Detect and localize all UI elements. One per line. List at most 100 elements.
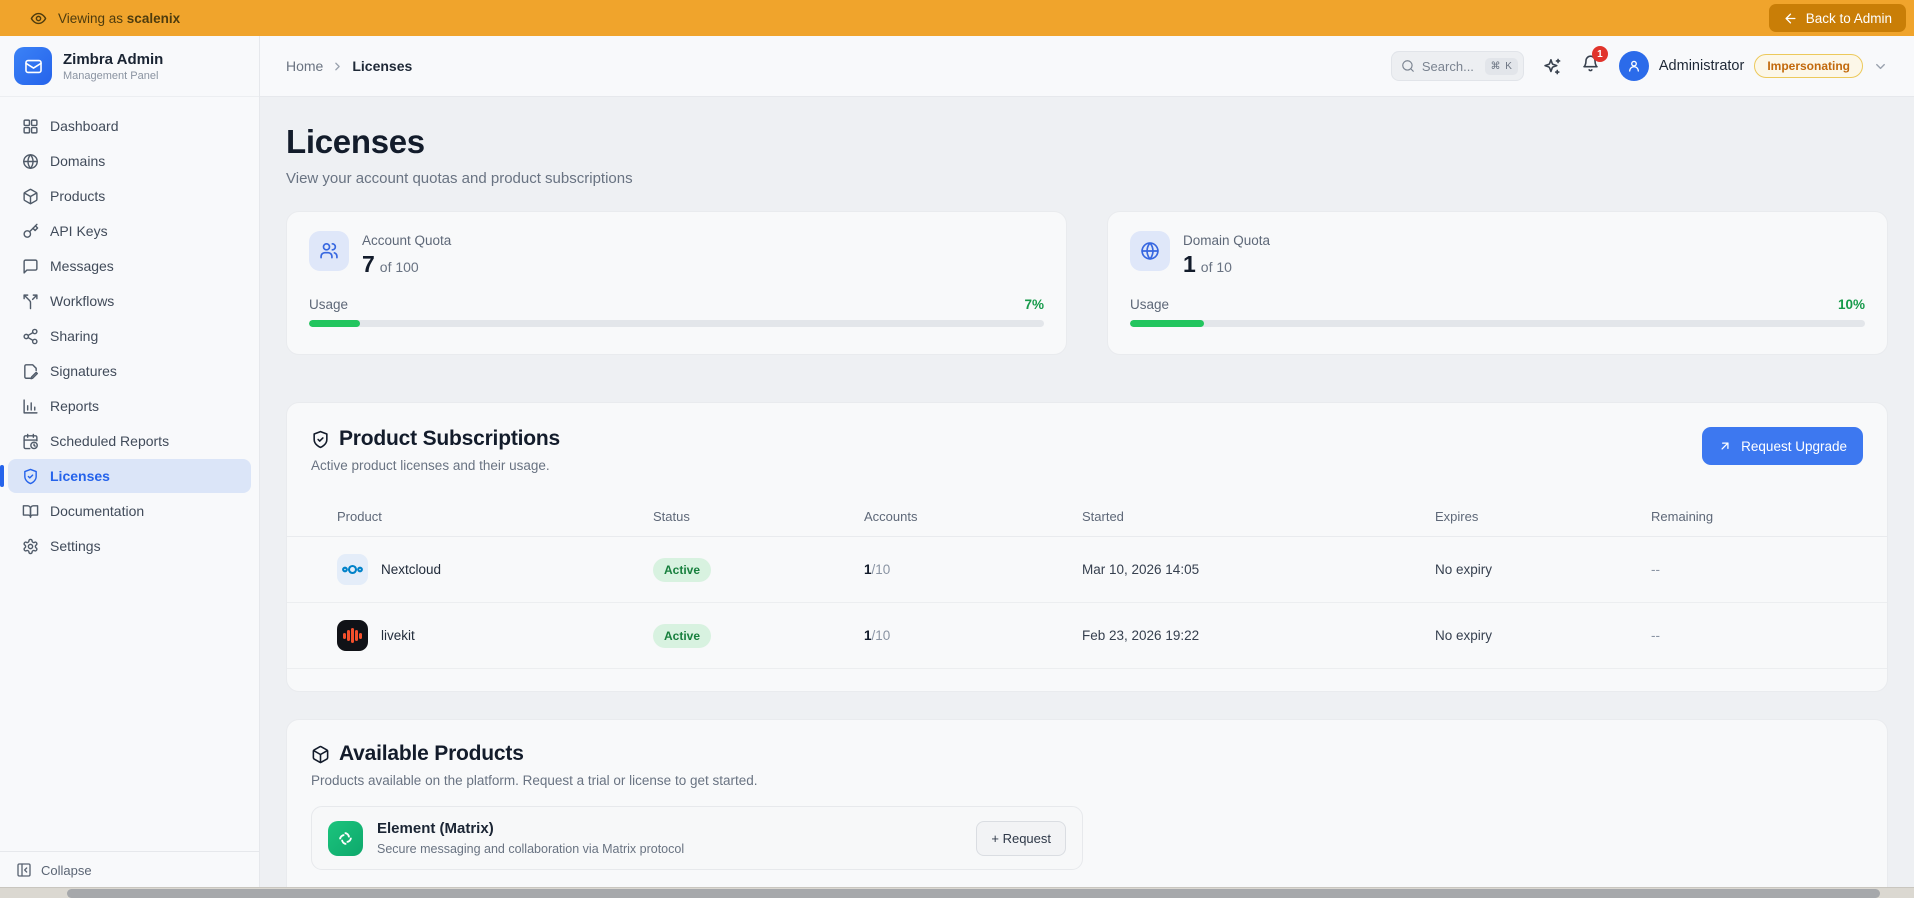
message-square-icon xyxy=(22,258,39,275)
progress-track xyxy=(309,320,1044,327)
arrow-left-icon xyxy=(1783,11,1798,26)
bar-chart-icon xyxy=(22,398,39,415)
sidebar-item-label: Licenses xyxy=(50,468,110,484)
expires-cell: No expiry xyxy=(1435,562,1651,577)
search-input[interactable]: Search... ⌘ K xyxy=(1391,51,1524,81)
progress-track xyxy=(1130,320,1865,327)
section-subtitle: Products available on the platform. Requ… xyxy=(311,773,1863,788)
col-remaining: Remaining xyxy=(1651,509,1861,524)
eye-icon xyxy=(30,10,47,27)
quota-value: 7of 100 xyxy=(362,251,451,278)
file-pen-icon xyxy=(22,363,39,380)
product-subscriptions-panel: Product Subscriptions Active product lic… xyxy=(286,402,1888,692)
usage-label: Usage xyxy=(1130,297,1169,312)
sidebar-item-label: Workflows xyxy=(50,293,114,309)
table-row[interactable]: Nextcloud Active 1/10 Mar 10, 2026 14:05… xyxy=(287,537,1887,603)
available-products-panel: Available Products Products available on… xyxy=(286,719,1888,898)
sidebar-item-api-keys[interactable]: API Keys xyxy=(8,214,251,248)
topbar: Home Licenses Search... ⌘ K 1 xyxy=(260,36,1914,97)
element-logo-icon xyxy=(328,821,363,856)
product-name: Element (Matrix) xyxy=(377,820,684,837)
usage-percent: 10% xyxy=(1838,297,1865,312)
subscriptions-table: Product Status Accounts Started Expires … xyxy=(287,497,1887,691)
globe-icon xyxy=(22,153,39,170)
search-shortcut-kbd: ⌘ K xyxy=(1485,58,1517,75)
quota-label: Domain Quota xyxy=(1183,231,1270,248)
impersonating-badge: Impersonating xyxy=(1754,54,1863,78)
sidebar-item-dashboard[interactable]: Dashboard xyxy=(8,109,251,143)
user-name: Administrator xyxy=(1659,58,1744,74)
sidebar-item-label: Products xyxy=(50,188,105,204)
progress-fill xyxy=(309,320,360,327)
page-subtitle: View your account quotas and product sub… xyxy=(286,170,1888,187)
account-quota-card: Account Quota 7of 100 Usage 7% xyxy=(286,211,1067,355)
horizontal-scrollbar xyxy=(0,887,1914,898)
sidebar-item-documentation[interactable]: Documentation xyxy=(8,494,251,528)
sidebar-item-label: Reports xyxy=(50,398,99,414)
search-icon xyxy=(1401,59,1415,73)
request-product-button[interactable]: + Request xyxy=(976,821,1066,856)
content-area: Licenses View your account quotas and pr… xyxy=(260,97,1914,898)
sidebar-item-label: Scheduled Reports xyxy=(50,433,169,449)
product-description: Secure messaging and collaboration via M… xyxy=(377,842,684,856)
back-to-admin-button[interactable]: Back to Admin xyxy=(1769,4,1906,32)
shield-check-icon xyxy=(311,430,330,449)
sidebar: Zimbra Admin Management Panel Dashboard … xyxy=(0,36,260,898)
horizontal-scrollbar-thumb[interactable] xyxy=(67,889,1880,898)
sidebar-item-products[interactable]: Products xyxy=(8,179,251,213)
expires-cell: No expiry xyxy=(1435,628,1651,643)
breadcrumb: Home Licenses xyxy=(286,58,412,74)
breadcrumb-current: Licenses xyxy=(352,58,412,74)
started-cell: Mar 10, 2026 14:05 xyxy=(1082,562,1435,577)
sidebar-item-reports[interactable]: Reports xyxy=(8,389,251,423)
page-title: Licenses xyxy=(286,123,1888,161)
usage-percent: 7% xyxy=(1024,297,1044,312)
progress-fill xyxy=(1130,320,1204,327)
available-product-card: Element (Matrix) Secure messaging and co… xyxy=(311,806,1083,870)
notification-count-badge: 1 xyxy=(1592,46,1608,62)
domain-quota-card: Domain Quota 1of 10 Usage 10% xyxy=(1107,211,1888,355)
assistant-button[interactable] xyxy=(1543,57,1562,76)
sidebar-item-sharing[interactable]: Sharing xyxy=(8,319,251,353)
sparkles-icon xyxy=(1543,57,1562,76)
table-row[interactable]: livekit Active 1/10 Feb 23, 2026 19:22 N… xyxy=(287,603,1887,669)
collapse-label: Collapse xyxy=(41,863,92,878)
remaining-cell: -- xyxy=(1651,628,1861,643)
remaining-cell: -- xyxy=(1651,562,1861,577)
status-badge: Active xyxy=(653,558,711,582)
sidebar-item-workflows[interactable]: Workflows xyxy=(8,284,251,318)
quota-value: 1of 10 xyxy=(1183,251,1270,278)
section-title: Product Subscriptions xyxy=(339,427,560,451)
users-icon xyxy=(309,231,349,271)
sidebar-item-label: Sharing xyxy=(50,328,98,344)
user-menu[interactable]: Administrator Impersonating xyxy=(1619,51,1888,81)
col-accounts: Accounts xyxy=(864,509,1082,524)
sidebar-item-licenses[interactable]: Licenses xyxy=(8,459,251,493)
book-open-icon xyxy=(22,503,39,520)
app-name: Zimbra Admin xyxy=(63,51,163,68)
breadcrumb-home-link[interactable]: Home xyxy=(286,58,323,74)
panel-collapse-icon xyxy=(16,862,32,878)
sidebar-item-signatures[interactable]: Signatures xyxy=(8,354,251,388)
col-expires: Expires xyxy=(1435,509,1651,524)
mail-icon xyxy=(24,57,43,76)
request-upgrade-button[interactable]: Request Upgrade xyxy=(1702,427,1863,465)
sidebar-item-scheduled-reports[interactable]: Scheduled Reports xyxy=(8,424,251,458)
accounts-total: /10 xyxy=(872,562,891,577)
impersonation-banner: Viewing as scalenix Back to Admin xyxy=(0,0,1914,36)
arrow-up-right-icon xyxy=(1718,439,1732,453)
sidebar-item-messages[interactable]: Messages xyxy=(8,249,251,283)
sidebar-item-settings[interactable]: Settings xyxy=(8,529,251,563)
sidebar-item-label: API Keys xyxy=(50,223,108,239)
status-badge: Active xyxy=(653,624,711,648)
app-logo xyxy=(14,47,52,85)
quota-cards: Account Quota 7of 100 Usage 7% xyxy=(286,211,1888,355)
col-started: Started xyxy=(1082,509,1435,524)
accounts-used: 1 xyxy=(864,628,872,643)
started-cell: Feb 23, 2026 19:22 xyxy=(1082,628,1435,643)
table-header: Product Status Accounts Started Expires … xyxy=(287,497,1887,537)
accounts-used: 1 xyxy=(864,562,872,577)
sidebar-item-domains[interactable]: Domains xyxy=(8,144,251,178)
sidebar-item-label: Signatures xyxy=(50,363,117,379)
app-subtitle: Management Panel xyxy=(63,70,163,82)
